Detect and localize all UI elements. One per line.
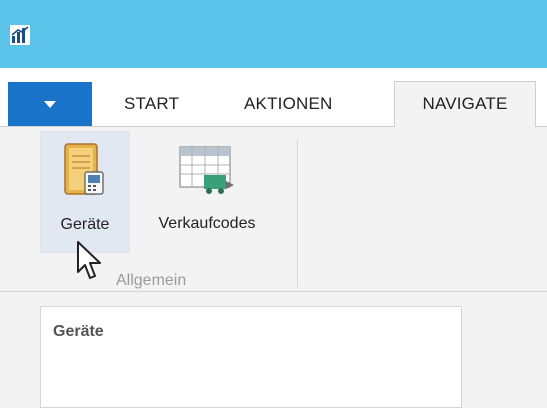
tab-navigate[interactable]: NAVIGATE [394, 81, 536, 127]
mouse-pointer-icon [77, 241, 101, 279]
geraete-label: Geräte [60, 216, 110, 233]
ribbon-group-separator [297, 139, 298, 287]
window-titlebar [0, 0, 547, 68]
ribbon-group-label: Allgemein [116, 272, 187, 289]
panel-title: Geräte [53, 323, 104, 340]
tab-start[interactable]: START [124, 82, 179, 126]
app-logo-icon[interactable] [10, 25, 30, 45]
price-list-grid-icon [179, 146, 234, 194]
verkaufcodes-button[interactable]: Verkaufcodes [134, 131, 280, 251]
verkaufcodes-label: Verkaufcodes [158, 215, 256, 232]
caret-down-icon [44, 100, 56, 108]
content-area: Geräte [0, 292, 547, 408]
app-menu-button[interactable] [8, 82, 92, 126]
geraete-button[interactable]: Geräte [40, 131, 130, 253]
tab-aktionen[interactable]: AKTIONEN [244, 82, 333, 126]
notebook-device-icon [64, 143, 104, 195]
ribbon-tab-bar: START AKTIONEN NAVIGATE [0, 68, 547, 127]
geraete-part[interactable]: Geräte [40, 306, 462, 408]
